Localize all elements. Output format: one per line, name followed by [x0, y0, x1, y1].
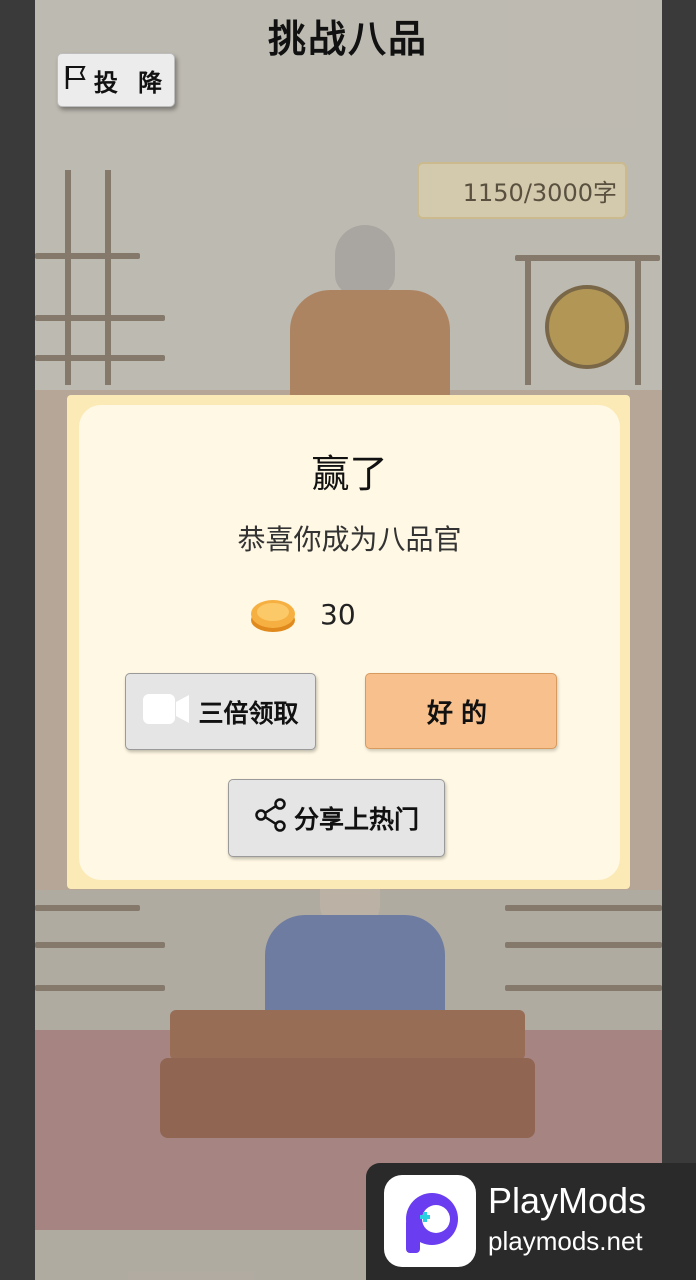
ok-label: 好的 — [426, 698, 495, 729]
video-icon — [142, 692, 190, 732]
surrender-label: 投 降 — [93, 68, 169, 97]
ok-button[interactable]: 好的 — [365, 673, 557, 749]
share-button[interactable]: 分享上热门 — [228, 779, 445, 857]
flag-icon — [64, 64, 88, 96]
watermark-url: playmods.net — [488, 1226, 643, 1256]
surrender-button[interactable]: 投 降 — [57, 53, 175, 107]
share-icon — [254, 798, 288, 838]
word-count-display: 1150/3000字 — [417, 162, 627, 219]
watermark-brand: PlayMods — [488, 1180, 647, 1221]
coin-icon — [249, 594, 297, 634]
dialog-title: 赢了 — [311, 452, 388, 496]
reward-amount: 30 — [320, 598, 356, 631]
triple-reward-label: 三倍领取 — [198, 698, 299, 728]
dialog-message: 恭喜你成为八品官 — [237, 523, 462, 556]
share-label: 分享上热门 — [293, 805, 419, 834]
triple-reward-button[interactable]: 三倍领取 — [125, 673, 316, 750]
playmods-logo-icon — [384, 1175, 476, 1267]
